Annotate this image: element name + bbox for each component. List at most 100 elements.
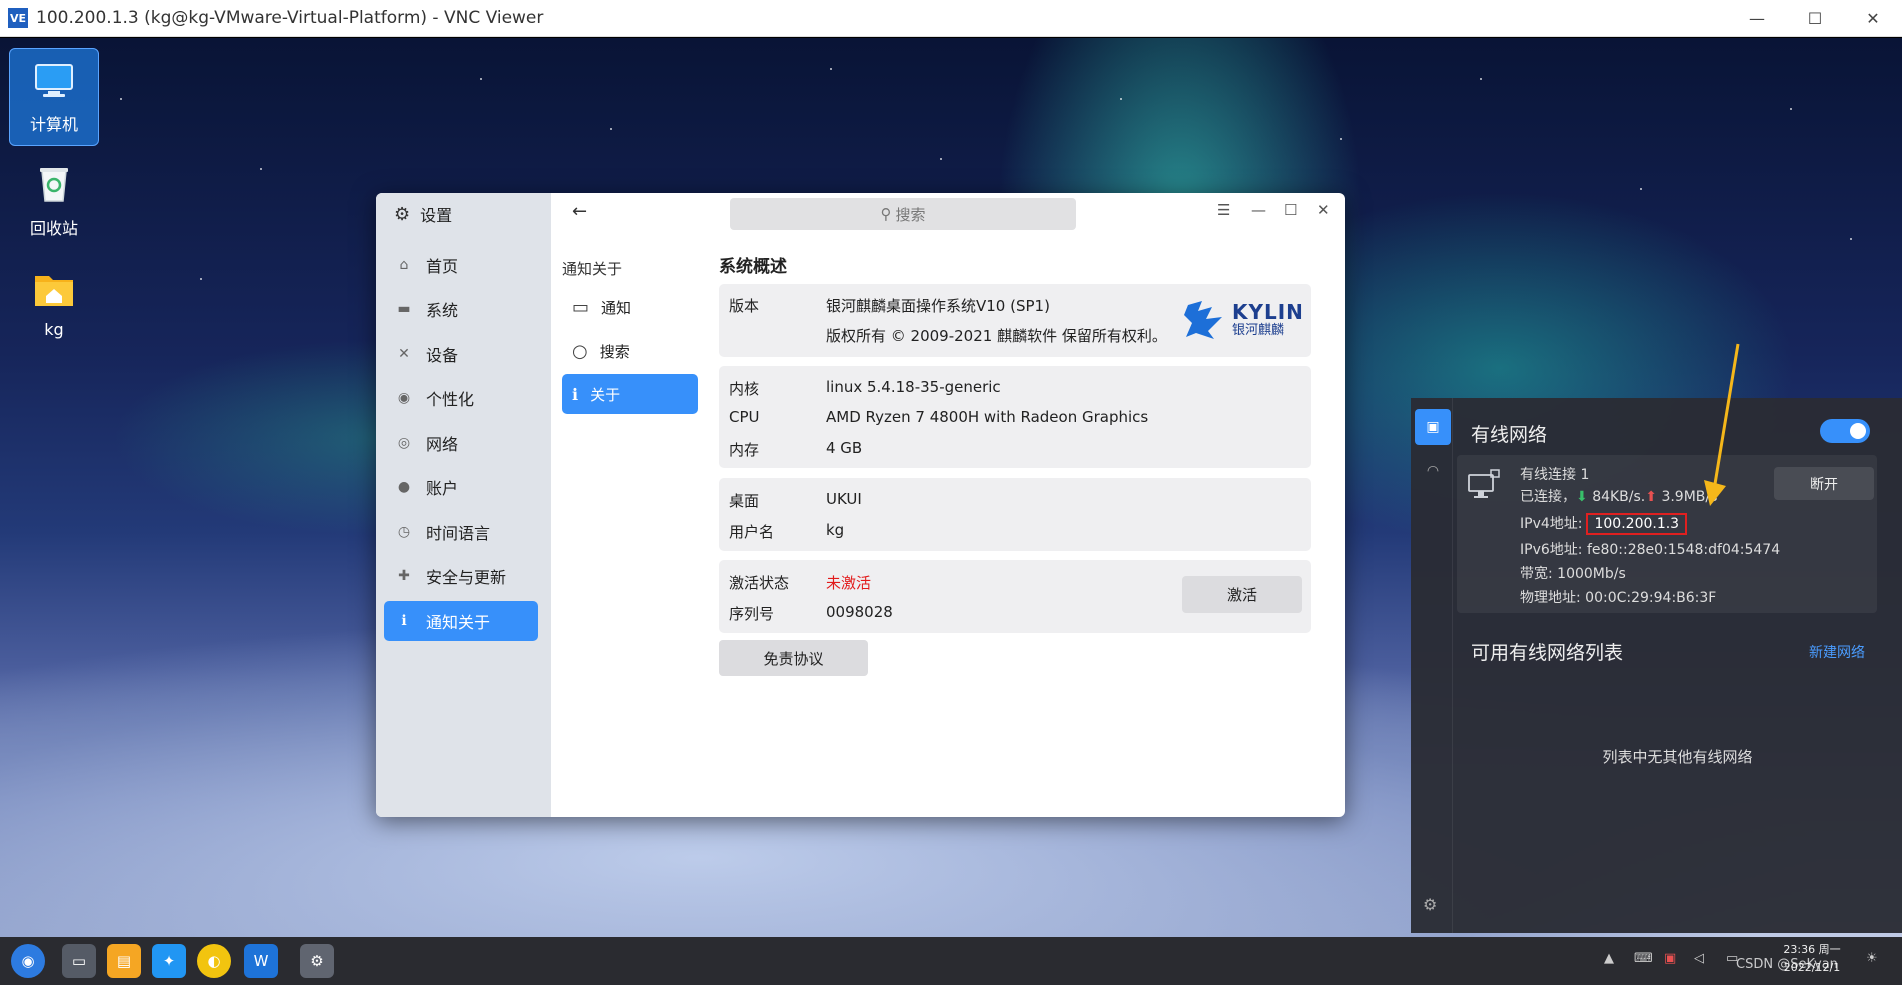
- version-label: 版本: [729, 297, 760, 315]
- search-input[interactable]: ⚲ 搜索: [730, 198, 1076, 230]
- keyboard-icon[interactable]: ⌨: [1634, 951, 1653, 966]
- wired-network-toggle[interactable]: [1820, 419, 1870, 443]
- sidebar-item-notify-about[interactable]: ℹ 通知关于: [384, 601, 538, 641]
- window-maximize-button[interactable]: ☐: [1284, 201, 1297, 219]
- wireless-network-tab[interactable]: ◠: [1415, 453, 1451, 489]
- chat-icon: ▭: [572, 296, 590, 318]
- monitor-icon: ▬: [397, 301, 411, 317]
- wired-network-tab[interactable]: ▣: [1415, 409, 1451, 445]
- disclaimer-button[interactable]: 免责协议: [719, 640, 868, 676]
- new-network-link[interactable]: 新建网络: [1809, 642, 1865, 662]
- ipv4-label: IPv4地址:: [1520, 516, 1583, 532]
- download-speed: 84KB/s.: [1592, 489, 1646, 505]
- app-store-icon[interactable]: ✦: [152, 944, 186, 978]
- kylin-logo-icon: [1184, 301, 1222, 339]
- vnc-logo-icon: VE: [8, 8, 28, 28]
- search-icon: ⚲: [880, 205, 892, 223]
- desktop-icon-computer[interactable]: 计算机: [9, 48, 99, 146]
- vnc-title-bar: VE 100.200.1.3 (kg@kg-VMware-Virtual-Pla…: [0, 0, 1902, 37]
- mac-label: 物理地址:: [1520, 590, 1581, 606]
- subnav-title: 通知关于: [562, 260, 623, 278]
- tray-expand-icon[interactable]: ▲: [1604, 951, 1614, 966]
- notification-icon[interactable]: ▣: [1664, 951, 1676, 966]
- maximize-button[interactable]: ☐: [1786, 0, 1844, 37]
- bandwidth-label: 带宽:: [1520, 566, 1553, 582]
- disconnect-button[interactable]: 断开: [1774, 467, 1874, 500]
- wifi-icon: ◠: [1426, 463, 1440, 479]
- sidebar-item-home[interactable]: ⌂ 首页: [384, 245, 538, 285]
- ipv4-value: 100.200.1.3: [1586, 513, 1688, 535]
- empty-list-message: 列表中无其他有线网络: [1602, 748, 1753, 766]
- desktop-icon-home[interactable]: kg: [9, 258, 99, 339]
- kernel-label: 内核: [729, 380, 760, 398]
- connection-name: 有线连接 1: [1520, 467, 1590, 483]
- subnav-item-notification[interactable]: ▭ 通知: [562, 287, 698, 327]
- palette-icon: ◉: [397, 390, 411, 406]
- sidebar-item-network[interactable]: ◎ 网络: [384, 423, 538, 463]
- cpu-value: AMD Ryzen 7 4800H with Radeon Graphics: [826, 408, 1149, 426]
- kylin-logo-subtext: 银河麒麟: [1232, 322, 1285, 338]
- desktop-value: UKUI: [826, 490, 862, 508]
- memory-value: 4 GB: [826, 439, 863, 457]
- subnav-item-about[interactable]: ℹ 关于: [562, 374, 698, 414]
- section-title: 系统概述: [719, 257, 787, 277]
- settings-app-icon[interactable]: ⚙: [300, 944, 334, 978]
- home-icon: ⌂: [399, 257, 409, 273]
- username-label: 用户名: [729, 523, 775, 541]
- sidebar-item-time-language[interactable]: ◷ 时间语言: [384, 512, 538, 552]
- bandwidth-value: 1000Mb/s: [1557, 566, 1626, 582]
- volume-icon[interactable]: ◁: [1694, 951, 1704, 966]
- network-panel: ▣ ◠ ⚙ 有线网络 有线连接 1 已连接，⬇ 84KB/s.⬆ 3.9MB/s…: [1411, 398, 1902, 933]
- file-manager-icon[interactable]: ▤: [107, 944, 141, 978]
- wired-icon: ▣: [1426, 419, 1440, 435]
- ipv6-line: IPv6地址: fe80::28e0:1548:df04:5474: [1520, 539, 1780, 559]
- window-close-button[interactable]: ✕: [1317, 201, 1330, 219]
- activation-status: 未激活: [826, 574, 872, 592]
- serial-value: 0098028: [826, 603, 893, 621]
- ipv4-line: IPv4地址: 100.200.1.3: [1520, 513, 1688, 535]
- sidebar-item-system[interactable]: ▬ 系统: [384, 289, 538, 329]
- sidebar-item-personalize[interactable]: ◉ 个性化: [384, 378, 538, 418]
- download-arrow-icon: ⬇: [1576, 489, 1588, 505]
- tools-icon: ✕: [398, 346, 410, 362]
- minimize-button[interactable]: —: [1728, 0, 1786, 37]
- network-rail: ▣ ◠ ⚙: [1411, 398, 1453, 933]
- ethernet-icon: [1468, 469, 1500, 498]
- sidebar-item-account[interactable]: ● 账户: [384, 467, 538, 507]
- home-folder-icon: [35, 276, 73, 306]
- multitask-view-icon[interactable]: ▭: [62, 944, 96, 978]
- connection-card: 有线连接 1 已连接，⬇ 84KB/s.⬆ 3.9MB/s 断开 IPv4地址:…: [1457, 455, 1877, 613]
- sidebar-item-devices[interactable]: ✕ 设备: [384, 334, 538, 374]
- hardware-card: 内核 linux 5.4.18-35-generic CPU AMD Ryzen…: [719, 366, 1311, 468]
- desktop-label: 桌面: [729, 492, 760, 510]
- network-settings-gear-icon[interactable]: ⚙: [1423, 895, 1437, 914]
- ipv6-label: IPv6地址:: [1520, 542, 1583, 558]
- serial-label: 序列号: [729, 605, 775, 623]
- back-button[interactable]: ←: [572, 201, 587, 222]
- search-icon: ○: [572, 340, 588, 362]
- mac-value: 00:0C:29:94:B6:3F: [1585, 590, 1717, 606]
- annotation-arrow-icon: [1704, 343, 1740, 506]
- settings-header: ⚙ 设置: [394, 201, 452, 227]
- night-mode-icon[interactable]: ☀: [1866, 951, 1878, 966]
- start-menu-icon[interactable]: ◉: [11, 944, 45, 978]
- close-button[interactable]: ✕: [1844, 0, 1902, 37]
- taskbar: ◉ ▭ ▤ ✦ ◐ W ⚙ ▲ ⌨ ▣ ◁ ▭ 23:36 周一 2022/12…: [0, 937, 1902, 985]
- desktop-user-card: 桌面 UKUI 用户名 kg: [719, 478, 1311, 551]
- clock-icon: ◷: [397, 524, 411, 540]
- ipv6-value: fe80::28e0:1548:df04:5474: [1586, 542, 1781, 558]
- wps-writer-icon[interactable]: W: [244, 944, 278, 978]
- wired-network-title: 有线网络: [1471, 424, 1548, 446]
- bandwidth-line: 带宽: 1000Mb/s: [1520, 563, 1626, 583]
- menu-button[interactable]: ☰: [1217, 201, 1230, 219]
- cpu-label: CPU: [729, 408, 760, 426]
- memory-label: 内存: [729, 441, 760, 459]
- activate-button[interactable]: 激活: [1182, 576, 1302, 613]
- desktop-icon-label: kg: [44, 320, 64, 339]
- subnav-item-search[interactable]: ○ 搜索: [562, 331, 698, 371]
- desktop-icon-trash[interactable]: 回收站: [9, 153, 99, 239]
- settings-sidebar: ⚙ 设置 ⌂ 首页 ▬ 系统 ✕ 设备 ◉ 个性化 ◎ 网络 ● 账户 ◷ 时间: [376, 193, 551, 817]
- window-minimize-button[interactable]: —: [1251, 201, 1266, 219]
- sidebar-item-security[interactable]: ✚ 安全与更新: [384, 556, 538, 596]
- browser-icon[interactable]: ◐: [197, 944, 231, 978]
